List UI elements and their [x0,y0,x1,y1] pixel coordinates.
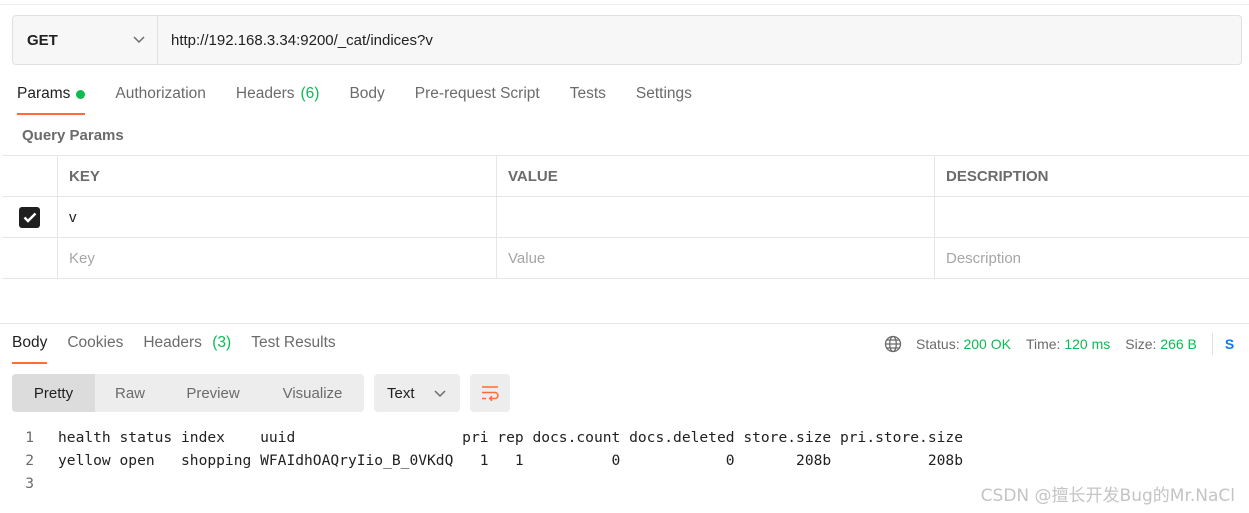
column-header-value: VALUE [497,156,935,196]
view-raw-button[interactable]: Raw [95,374,165,412]
line-text: yellow open shopping WFAIdhOAQryIio_B_0V… [58,452,963,469]
tab-label: Test Results [251,334,336,351]
description-placeholder: Description [946,249,1022,267]
response-pane-divider[interactable] [0,323,1249,324]
time-label: Time: [1025,336,1061,352]
tab-label: Headers [143,334,202,351]
status-info[interactable]: Status: 200 OK [916,336,1011,352]
param-key-input[interactable]: v [58,197,497,237]
line-text: health status index uuid pri rep docs.co… [58,429,963,446]
tab-response-cookies[interactable]: Cookies [67,334,123,364]
tab-tests[interactable]: Tests [570,85,606,115]
line-number: 3 [25,475,34,492]
status-separator [1211,333,1213,355]
key-placeholder: Key [69,249,95,267]
format-select-label: Text [387,384,415,402]
row-checkbox-cell [2,197,58,237]
table-header-row: KEY VALUE DESCRIPTION [2,156,1249,197]
line-number: 1 [25,429,34,446]
table-row-new: Key Value Description [2,238,1249,279]
save-response-button[interactable]: S [1225,336,1234,352]
param-description-input[interactable] [935,197,1249,237]
chevron-down-icon [434,385,446,402]
param-value-input[interactable] [497,197,935,237]
method-select[interactable]: GET [13,16,158,64]
request-tabs: Params Authorization Headers (6) Body Pr… [17,85,722,115]
line-number: 2 [25,452,34,469]
view-mode-group: Pretty Raw Preview Visualize [12,374,364,412]
view-visualize-button[interactable]: Visualize [261,374,364,412]
method-label: GET [27,31,58,49]
param-key-text: v [69,208,77,226]
view-pretty-button[interactable]: Pretty [12,374,95,412]
tab-body[interactable]: Body [349,85,384,115]
size-label: Size: [1125,336,1157,352]
tab-response-headers[interactable]: Headers (3) [143,334,231,364]
row-spacer [2,238,58,278]
top-divider [0,4,1249,5]
code-line: 2 yellow open shopping WFAIdhOAQryIio_B_… [0,451,963,474]
response-status-bar: Status: 200 OK Time: 120 ms Size: 266 B … [884,333,1234,355]
tab-params[interactable]: Params [17,85,86,115]
query-params-table: KEY VALUE DESCRIPTION v Key Value Descri… [2,155,1249,279]
format-select[interactable]: Text [374,374,460,412]
tab-settings[interactable]: Settings [636,85,692,115]
time-value: 120 ms [1064,336,1111,352]
code-line: 3 [0,474,963,497]
header-spacer [2,156,58,196]
checkmark-icon [23,212,36,223]
tab-label: Body [12,334,48,351]
globe-icon[interactable] [884,335,902,353]
request-url-bar: GET http://192.168.3.34:9200/_cat/indice… [12,15,1242,65]
url-input[interactable]: http://192.168.3.34:9200/_cat/indices?v [158,16,1241,64]
size-value: 266 B [1160,336,1197,352]
new-description-input[interactable]: Description [935,238,1249,278]
wrap-lines-icon [482,386,499,401]
time-info[interactable]: Time: 120 ms [1026,336,1110,352]
status-label: Status: [916,336,960,352]
watermark: CSDN @擅长开发Bug的Mr.NaCl [980,486,1235,506]
tab-headers[interactable]: Headers (6) [236,85,320,115]
tab-pre-request-script[interactable]: Pre-request Script [415,85,540,115]
tab-test-results[interactable]: Test Results [251,334,335,364]
tab-label: Body [349,85,385,102]
query-params-title: Query Params [22,127,124,144]
tab-response-body[interactable]: Body [12,334,48,364]
tab-label: Authorization [115,85,206,102]
code-line: 1 health status index uuid pri rep docs.… [0,428,963,451]
tab-label: Pre-request Script [414,85,540,102]
chevron-down-icon [133,31,145,49]
tab-label: Params [17,85,71,102]
response-tabs: Body Cookies Headers (3) Test Results [12,334,356,364]
status-value: 200 OK [963,336,1011,352]
tab-label: Settings [635,85,692,102]
url-text: http://192.168.3.34:9200/_cat/indices?v [171,31,433,49]
column-header-description: DESCRIPTION [946,167,1049,185]
size-info[interactable]: Size: 266 B [1125,336,1197,352]
response-headers-count: (3) [212,334,232,351]
table-row: v [2,197,1249,238]
tab-label: Headers [235,85,295,102]
active-indicator-dot [76,90,86,99]
headers-count: (6) [300,85,320,102]
value-placeholder: Value [508,249,546,267]
param-enabled-checkbox[interactable] [19,206,40,228]
tab-label: Tests [569,85,606,102]
new-value-input[interactable]: Value [497,238,935,278]
view-preview-button[interactable]: Preview [165,374,261,412]
tab-authorization[interactable]: Authorization [115,85,205,115]
tab-label: Cookies [67,334,124,351]
column-header-key: KEY [58,156,497,196]
wrap-lines-button[interactable] [470,374,510,412]
response-body-code[interactable]: 1 health status index uuid pri rep docs.… [0,428,963,497]
new-key-input[interactable]: Key [58,238,497,278]
